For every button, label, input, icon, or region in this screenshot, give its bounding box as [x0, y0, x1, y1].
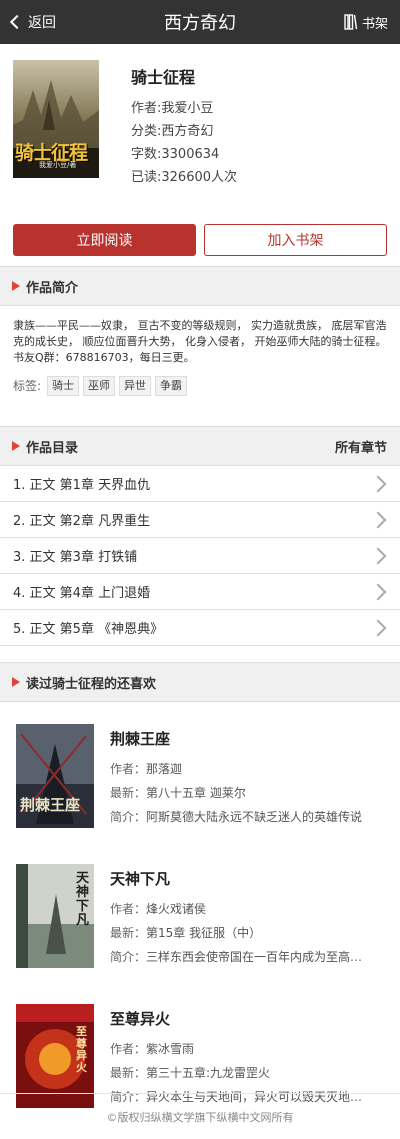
triangle-icon [12, 677, 20, 687]
chapter-title: 5. 正文 第5章 《神恩典》 [13, 622, 164, 637]
page-title: 西方奇幻 [163, 13, 236, 34]
intro-section-header: 作品简介 [0, 266, 400, 306]
recommend-item[interactable]: 荆棘王座 荆棘王座 作者：那落迦 最新：第八十五章 迦莱尔 简介：阿斯莫德大陆永… [0, 724, 400, 864]
book-read-count: 已读:326600人次 [131, 170, 238, 185]
chapter-item[interactable]: 3. 正文 第3章 打铁铺 [0, 538, 400, 574]
author-label: 作者： [110, 762, 147, 776]
chevron-right-icon [369, 619, 387, 636]
tag[interactable]: 异世 [119, 376, 152, 396]
chapter-title: 1. 正文 第1章 天界血仇 [13, 478, 151, 493]
chapter-list: 1. 正文 第1章 天界血仇 2. 正文 第2章 凡界重生 3. 正文 第3章 … [0, 466, 400, 646]
author-label: 作者： [110, 1042, 147, 1056]
cover-title: 天神下凡 [76, 871, 90, 928]
book-introduction: 隶族——平民——奴隶， 亘古不变的等级规则， 实力造就贵族， 底层军官浩克的成长… [0, 306, 400, 426]
recommend-name: 荆棘王座 [110, 730, 171, 748]
cover-title: 荆棘王座 [20, 796, 81, 814]
chevron-right-icon [369, 547, 387, 564]
recommend-cover[interactable]: 天神下凡 [16, 864, 94, 968]
book-cover[interactable]: 骑士征程 我爱小豆/著 [13, 60, 99, 178]
bookshelf-button[interactable]: 书架 [344, 13, 388, 32]
chapter-item[interactable]: 2. 正文 第2章 凡界重生 [0, 502, 400, 538]
back-button[interactable]: 返回 [9, 12, 56, 32]
chevron-right-icon [369, 583, 387, 600]
book-word-count: 字数:3300634 [131, 147, 220, 162]
intro-text: 隶族——平民——奴隶， 亘古不变的等级规则， 实力造就贵族， 底层军官浩克的成长… [13, 319, 387, 364]
recommend-section-title: 读过骑士征程的还喜欢 [26, 676, 157, 692]
catalog-section-title: 作品目录 [26, 440, 79, 456]
recommend-author: 那落迦 [146, 762, 183, 776]
recommend-section-header: 读过骑士征程的还喜欢 [0, 662, 400, 702]
catalog-section-header: 作品目录 所有章节 [0, 426, 400, 466]
chapter-item[interactable]: 4. 正文 第4章 上门退婚 [0, 574, 400, 610]
tag[interactable]: 争霸 [155, 376, 188, 396]
action-buttons: 立即阅读 加入书架 [0, 224, 400, 256]
chapter-item[interactable]: 5. 正文 第5章 《神恩典》 [0, 610, 400, 646]
recommend-name: 至尊异火 [110, 1010, 171, 1028]
recommend-name: 天神下凡 [110, 870, 171, 888]
book-category: 分类:西方奇幻 [131, 124, 214, 139]
book-info: 骑士征程 作者:我爱小豆 分类:西方奇幻 字数:3300634 已读:32660… [131, 60, 237, 226]
latest-label: 最新： [110, 786, 147, 800]
intro-label: 简介： [110, 810, 147, 824]
recommend-latest: 第15章 我征服（中） [146, 926, 262, 940]
recommend-author: 紫冰雪雨 [146, 1042, 195, 1056]
chapter-title: 2. 正文 第2章 凡界重生 [13, 514, 151, 529]
tags-label: 标签: [13, 379, 42, 393]
triangle-icon [12, 281, 20, 291]
intro-section-title: 作品简介 [26, 280, 79, 296]
latest-label: 最新： [110, 926, 147, 940]
all-chapters-link[interactable]: 所有章节 [335, 437, 387, 456]
add-to-shelf-button[interactable]: 加入书架 [204, 224, 387, 256]
footer-copyright: ©版权归纵横文学旗下纵横中文网所有 [0, 1093, 400, 1139]
tag[interactable]: 骑士 [47, 376, 80, 396]
recommend-latest: 第三十五章:九龙雷罡火 [146, 1066, 271, 1080]
latest-label: 最新： [110, 1066, 147, 1080]
triangle-icon [12, 441, 20, 451]
tag[interactable]: 巫师 [83, 376, 116, 396]
recommend-intro: 阿斯莫德大陆永远不缺乏迷人的英雄传说 [146, 810, 363, 824]
chevron-left-icon [9, 14, 25, 30]
author-label: 作者： [110, 902, 147, 916]
recommend-item[interactable]: 天神下凡 天神下凡 作者：烽火戏诸侯 最新：第15章 我征服（中） 简介：三样东… [0, 864, 400, 1004]
recommend-intro: 三样东西会使帝国在一百年内成为至高无上 [146, 950, 370, 964]
chevron-right-icon [369, 511, 387, 528]
bookshelf-icon [344, 14, 358, 30]
chapter-item[interactable]: 1. 正文 第1章 天界血仇 [0, 466, 400, 502]
book-name: 骑士征程 [131, 68, 196, 87]
recommend-list: 荆棘王座 荆棘王座 作者：那落迦 最新：第八十五章 迦莱尔 简介：阿斯莫德大陆永… [0, 702, 400, 1139]
intro-label: 简介： [110, 950, 147, 964]
back-label: 返回 [28, 15, 56, 31]
chevron-right-icon [369, 475, 387, 492]
recommend-author: 烽火戏诸侯 [146, 902, 207, 916]
book-header: 骑士征程 我爱小豆/著 骑士征程 作者:我爱小豆 分类:西方奇幻 字数:3300… [0, 44, 400, 226]
recommend-cover[interactable]: 荆棘王座 [16, 724, 94, 828]
cover-title: 至尊异火 [76, 1025, 87, 1074]
top-bar: 返回 西方奇幻 书架 [0, 0, 400, 44]
book-author: 作者:我爱小豆 [131, 101, 214, 116]
read-now-button[interactable]: 立即阅读 [13, 224, 196, 256]
chapter-title: 4. 正文 第4章 上门退婚 [13, 586, 151, 601]
cover-subtitle: 我爱小豆/著 [39, 161, 77, 169]
tag-list: 标签: 骑士 巫师 异世 争霸 [13, 376, 387, 396]
recommend-latest: 第八十五章 迦莱尔 [146, 786, 246, 800]
chapter-title: 3. 正文 第3章 打铁铺 [13, 550, 138, 565]
bookshelf-label: 书架 [361, 16, 388, 32]
